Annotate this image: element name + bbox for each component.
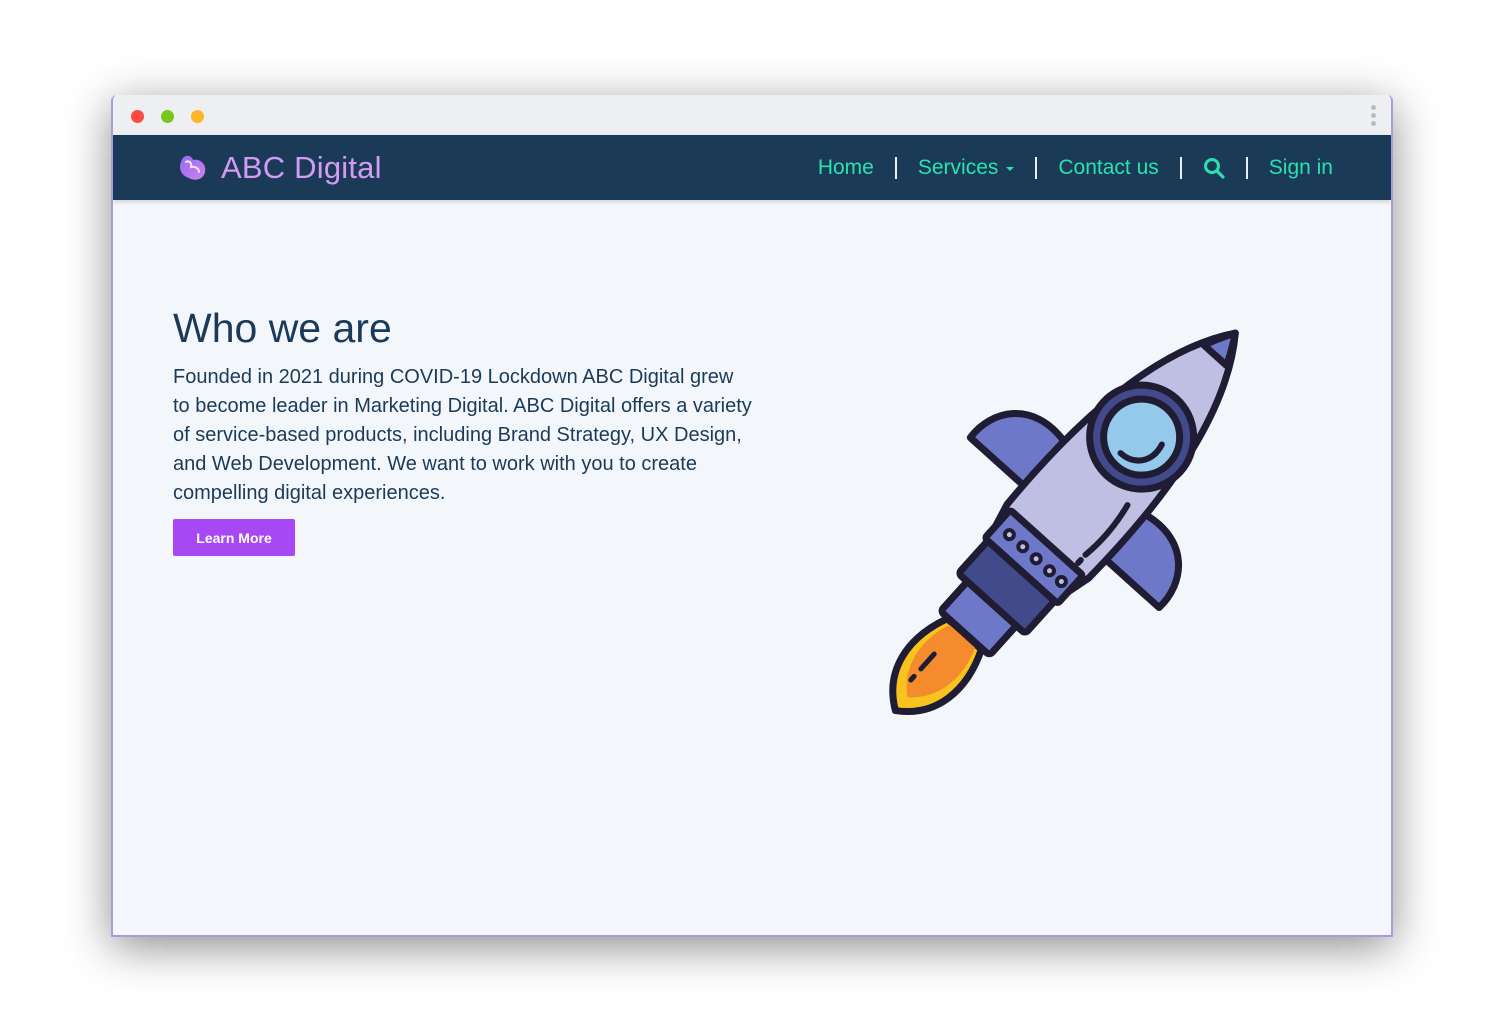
chevron-down-icon	[1006, 167, 1015, 171]
nav-home-link[interactable]: Home	[818, 156, 874, 180]
nav-services-dropdown[interactable]: Services	[918, 156, 1015, 180]
close-window-button[interactable]	[131, 110, 144, 123]
hero-title: Who we are	[173, 305, 392, 351]
hero-description: Founded in 2021 during COVID-19 Lockdown…	[173, 366, 752, 504]
brand-link[interactable]: ABC Digital	[177, 150, 382, 185]
brand-name: ABC Digital	[221, 150, 382, 185]
nav-divider	[1035, 157, 1038, 179]
minimize-window-button[interactable]	[161, 110, 174, 123]
learn-more-button[interactable]: Learn More	[173, 519, 295, 556]
search-icon[interactable]	[1203, 157, 1225, 179]
nav-services-label: Services	[917, 156, 999, 179]
nav-signin-link[interactable]: Sign in	[1269, 156, 1333, 180]
top-navbar: ABC Digital Home Services Contact us Sig…	[113, 135, 1391, 200]
window-titlebar	[113, 95, 1391, 135]
nav-divider	[894, 157, 897, 179]
nav-divider	[1245, 157, 1248, 179]
logo-icon	[179, 155, 206, 180]
browser-window: ABC Digital Home Services Contact us Sig…	[111, 95, 1393, 937]
nav-divider	[1179, 157, 1182, 179]
nav-contact-link[interactable]: Contact us	[1058, 156, 1158, 180]
rocket-illustration	[889, 329, 1239, 715]
main-nav: Home Services Contact us Sign in	[818, 153, 1333, 183]
more-options-icon[interactable]	[1371, 105, 1377, 127]
maximize-window-button[interactable]	[191, 110, 204, 123]
